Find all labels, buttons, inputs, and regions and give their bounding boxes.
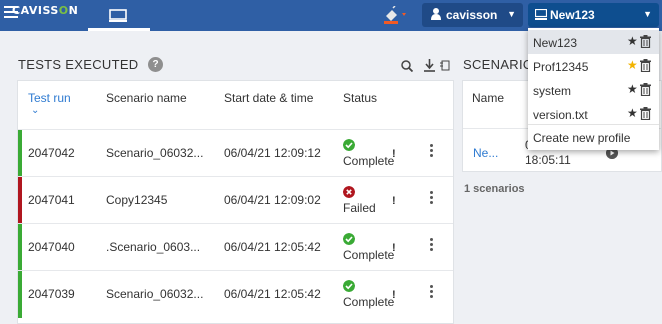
download-icon[interactable] [424, 59, 435, 72]
profile-item[interactable]: system ★ [528, 78, 659, 102]
check-icon [343, 280, 355, 292]
sort-down-icon[interactable]: ⌄ [31, 105, 39, 116]
status-bar [18, 130, 22, 177]
page-title: TESTS EXECUTED [18, 57, 139, 72]
star-icon[interactable]: ★ [627, 58, 638, 72]
test-run-id[interactable]: 2047042 [28, 146, 75, 160]
column-header-test-run[interactable]: Test run [28, 91, 71, 105]
column-header-start-date[interactable]: Start date & time [224, 91, 313, 105]
logo-text: CAVISSON [12, 4, 79, 17]
check-icon [343, 139, 355, 151]
kebab-icon[interactable] [430, 238, 434, 253]
scenario-count: 1 scenarios [464, 183, 525, 195]
app-logo: CAVISSON [12, 4, 78, 17]
table-row[interactable]: 2047040 .Scenario_0603... 06/04/21 12:05… [18, 223, 453, 271]
table-row[interactable]: 2047041 Copy12345 06/04/21 12:09:02 Fail… [18, 176, 453, 224]
kebab-icon[interactable] [430, 144, 434, 159]
profile-item[interactable]: Prof12345 ★ [528, 54, 659, 78]
start-date: 06/04/21 12:05:42 [224, 287, 321, 301]
trash-icon[interactable] [640, 59, 651, 72]
close-icon [343, 186, 355, 198]
project-selector-button[interactable]: New123 ▼ [528, 3, 659, 27]
user-menu-button[interactable]: cavisson ▼ [422, 3, 523, 27]
column-header-status[interactable]: Status [343, 91, 377, 105]
status-bar [18, 224, 22, 271]
status-text: Complete [343, 248, 395, 262]
info-icon[interactable]: ! [392, 148, 396, 160]
profile-item[interactable]: version.txt ★ [528, 102, 659, 126]
start-date: 06/04/21 12:05:42 [224, 240, 321, 254]
help-icon[interactable]: ? [148, 57, 163, 72]
kebab-icon[interactable] [430, 191, 434, 206]
trash-icon[interactable] [640, 35, 651, 48]
start-date: 06/04/21 12:09:02 [224, 193, 321, 207]
project-label: New123 [550, 8, 595, 22]
star-icon[interactable]: ★ [627, 34, 638, 48]
profile-label: system [533, 84, 572, 98]
start-date: 06/04/21 12:09:12 [224, 146, 321, 160]
status-bar [18, 271, 22, 318]
status-text: Complete [343, 295, 395, 309]
table-row[interactable]: 2047039 Scenario_06032... 06/04/21 12:05… [18, 270, 453, 318]
info-icon[interactable]: ! [392, 195, 396, 207]
scenario-name: Copy12345 [106, 193, 168, 207]
scenario-name: Scenario_06032... [106, 287, 204, 301]
kebab-icon[interactable] [430, 285, 434, 300]
profile-label: Prof12345 [533, 60, 589, 74]
profile-item[interactable]: New123 ★ [528, 30, 659, 54]
column-header-scenario-name[interactable]: Scenario name [106, 91, 187, 105]
scenario-time: 18:05:11 [525, 153, 571, 167]
star-icon[interactable]: ★ [627, 82, 638, 96]
star-icon[interactable]: ★ [627, 106, 638, 120]
info-icon[interactable]: ! [392, 242, 396, 254]
monitor-tab[interactable] [88, 8, 150, 31]
monitor-icon [535, 9, 547, 20]
scenario-link[interactable]: Ne... [473, 146, 498, 160]
scenario-name: Scenario_06032... [106, 146, 204, 160]
more-options-icon[interactable] [440, 59, 450, 72]
create-profile-label: Create new profile [533, 131, 631, 145]
monitor-icon [109, 9, 127, 22]
chevron-down-icon: ▼ [643, 9, 652, 19]
search-icon[interactable] [401, 60, 413, 72]
column-header-name[interactable]: Name [472, 91, 504, 105]
profile-dropdown: New123 ★ Prof12345 ★ system ★ version.tx… [528, 28, 659, 150]
create-profile-button[interactable]: Create new profile [528, 124, 659, 148]
test-run-id[interactable]: 2047041 [28, 193, 75, 207]
status-text: Complete [343, 154, 395, 168]
info-icon[interactable]: ! [392, 289, 396, 301]
table-row[interactable]: 2047042 Scenario_06032... 06/04/21 12:09… [18, 129, 453, 177]
paint-bucket-icon[interactable] [383, 5, 411, 24]
test-run-id[interactable]: 2047040 [28, 240, 75, 254]
top-bar: CAVISSON cavisson ▼ New123 ▼ [0, 0, 662, 31]
status-text: Failed [343, 201, 376, 215]
profile-label: version.txt [533, 108, 588, 122]
scenarios-title: SCENARIO [463, 57, 534, 72]
profile-label: New123 [533, 36, 578, 50]
status-bar [18, 177, 22, 224]
chevron-down-icon: ▼ [507, 9, 516, 19]
user-icon [431, 8, 441, 20]
test-run-id[interactable]: 2047039 [28, 287, 75, 301]
scenario-name: .Scenario_0603... [106, 240, 201, 254]
trash-icon[interactable] [640, 83, 651, 96]
user-label: cavisson [446, 8, 498, 22]
trash-icon[interactable] [640, 107, 651, 120]
tests-table: Test run ⌄ Scenario name Start date & ti… [17, 80, 454, 324]
check-icon [343, 233, 355, 245]
